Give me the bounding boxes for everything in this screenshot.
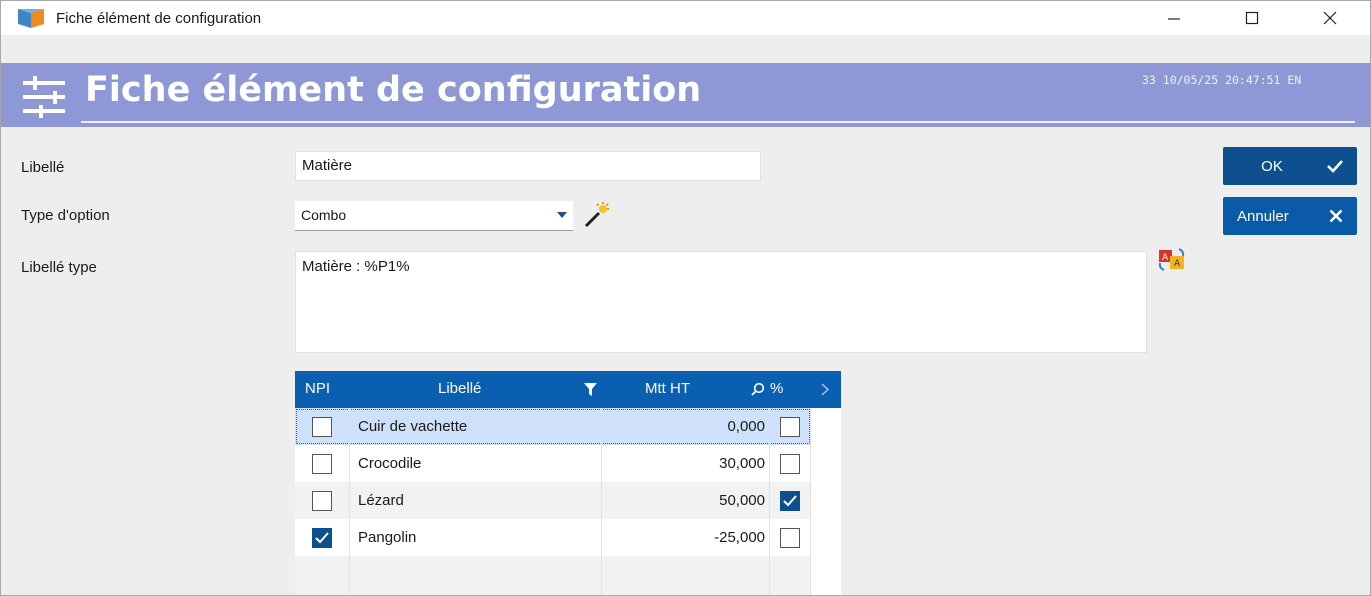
options-grid: NPI Libellé Mtt HT % Cuir de vachette 0,… (295, 371, 841, 595)
check-icon (783, 494, 797, 506)
libelle-type-textarea[interactable]: Matière : %P1% (295, 251, 1147, 353)
ok-button[interactable]: OK (1223, 147, 1357, 185)
minimize-icon (1168, 18, 1180, 20)
check-icon (1327, 160, 1343, 173)
npi-cell (295, 519, 349, 556)
pct-cell (769, 519, 811, 556)
column-mtt-ht[interactable]: Mtt HT (645, 380, 690, 397)
column-pct[interactable]: % (770, 380, 783, 397)
page-title: Fiche élément de configuration (85, 70, 702, 110)
libelle-cell: Pangolin (358, 529, 417, 546)
dialog-window: Fiche élément de configuration Fiche élé… (0, 0, 1371, 596)
pct-cell (769, 408, 811, 445)
status-info: 33 10/05/25 20:47:51 EN (1142, 73, 1302, 87)
libelle-type-value: Matière : %P1% (302, 258, 410, 275)
pct-checkbox[interactable] (780, 416, 800, 437)
libelle-cell: Crocodile (358, 455, 422, 472)
column-divider (601, 408, 602, 595)
type-option-value: Combo (301, 207, 347, 223)
npi-checkbox[interactable] (312, 416, 332, 437)
pct-checkbox[interactable] (780, 527, 800, 548)
header-divider (81, 121, 1355, 123)
libelle-input[interactable]: Matière (295, 151, 761, 181)
libelle-type-label: Libellé type (21, 259, 97, 276)
pct-cell (769, 445, 811, 482)
mtt-cell: -25,000 (714, 529, 765, 546)
empty-row (295, 556, 811, 595)
libelle-cell: Lézard (358, 492, 404, 509)
column-divider (769, 408, 770, 595)
npi-checkbox[interactable] (312, 453, 332, 474)
maximize-icon (1245, 11, 1259, 25)
close-icon (1323, 11, 1337, 25)
grid-body: Cuir de vachette 0,000 Crocodile 30,000 … (295, 408, 811, 595)
pct-checkbox[interactable] (780, 490, 800, 511)
libelle-value: Matière (302, 157, 353, 174)
table-row[interactable]: Lézard 50,000 (295, 482, 811, 519)
npi-cell (295, 482, 349, 519)
mtt-cell: 0,000 (727, 418, 765, 435)
pct-checkbox[interactable] (780, 453, 800, 474)
filter-icon[interactable] (584, 383, 597, 397)
grid-side-area (811, 408, 841, 595)
title-bar: Fiche élément de configuration (1, 1, 1370, 35)
chevron-right-icon[interactable] (821, 383, 829, 396)
type-option-label: Type d'option (21, 207, 110, 224)
column-libelle[interactable]: Libellé (438, 380, 481, 397)
minimize-button[interactable] (1151, 1, 1197, 35)
npi-checkbox[interactable] (312, 527, 332, 548)
npi-checkbox[interactable] (312, 490, 332, 511)
table-row[interactable]: Pangolin -25,000 (295, 519, 811, 556)
table-row[interactable]: Cuir de vachette 0,000 (295, 408, 811, 445)
translate-icon[interactable]: A A (1157, 246, 1187, 272)
ok-button-label: OK (1261, 157, 1283, 175)
settings-sliders-icon (23, 76, 65, 118)
svg-text:A: A (1162, 253, 1169, 263)
search-icon[interactable] (751, 382, 765, 396)
close-button[interactable] (1307, 1, 1353, 35)
chevron-down-icon (557, 212, 567, 218)
npi-cell (295, 408, 349, 445)
type-option-combo[interactable]: Combo (295, 201, 573, 231)
magic-wand-icon[interactable] (583, 201, 611, 229)
mtt-cell: 50,000 (719, 492, 765, 509)
pct-cell (769, 482, 811, 519)
app-logo-icon (18, 9, 44, 28)
maximize-button[interactable] (1229, 1, 1275, 35)
cancel-button[interactable]: Annuler (1223, 197, 1357, 235)
cancel-button-label: Annuler (1237, 207, 1289, 225)
mtt-cell: 30,000 (719, 455, 765, 472)
column-npi[interactable]: NPI (305, 380, 330, 397)
libelle-label: Libellé (21, 159, 65, 176)
table-row[interactable]: Crocodile 30,000 (295, 445, 811, 482)
close-icon (1329, 209, 1343, 223)
npi-cell (295, 445, 349, 482)
svg-text:A: A (1174, 259, 1181, 269)
check-icon (315, 531, 329, 543)
window-title: Fiche élément de configuration (56, 10, 262, 27)
column-divider (349, 408, 350, 595)
grid-header: NPI Libellé Mtt HT % (295, 371, 841, 408)
libelle-cell: Cuir de vachette (358, 418, 468, 435)
